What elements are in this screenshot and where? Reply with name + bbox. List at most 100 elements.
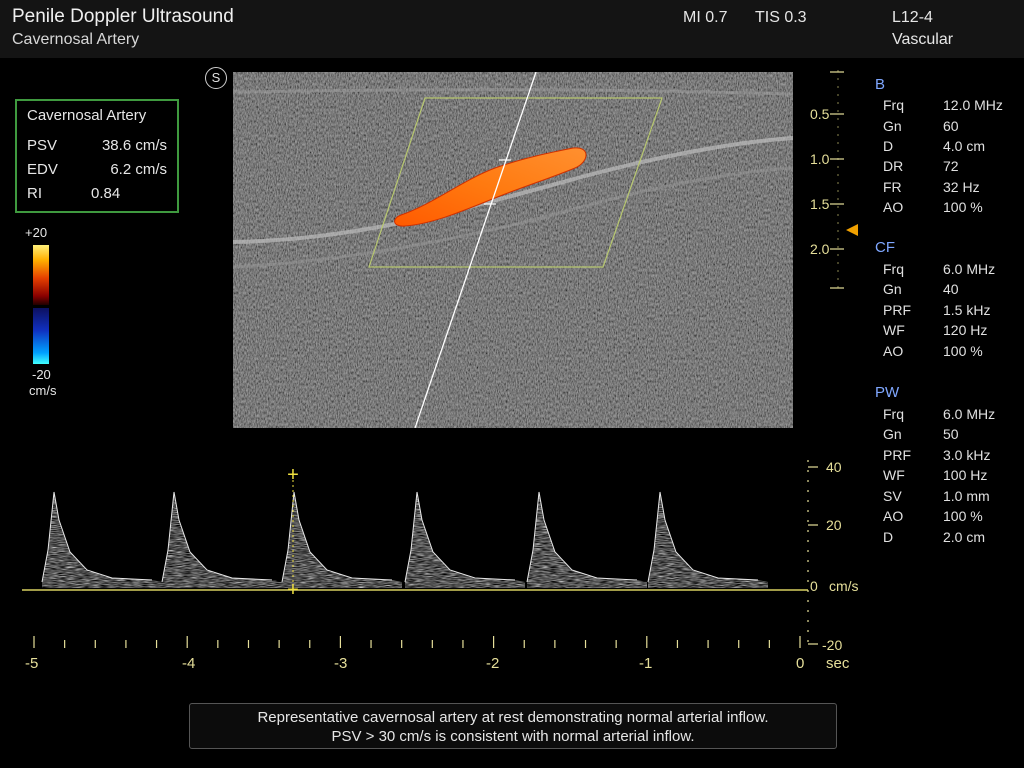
param-value: 100 % — [943, 343, 983, 359]
steer-marker-icon[interactable]: S — [205, 67, 227, 89]
param-value: 100 % — [943, 508, 983, 524]
param-value: 3.0 kHz — [943, 447, 991, 463]
param-row: AO 100 % — [883, 508, 1023, 524]
param-key: D — [883, 138, 894, 154]
time-label: 0 — [796, 655, 805, 672]
header-bar: Penile Doppler Ultrasound Cavernosal Art… — [0, 0, 1024, 58]
waveform-cycle — [527, 492, 647, 588]
param-key: AO — [883, 343, 904, 359]
probe-name: L12-4 — [892, 9, 933, 26]
exam-title: Penile Doppler Ultrasound — [12, 6, 234, 27]
param-key: FR — [883, 179, 902, 195]
param-key: SV — [883, 488, 902, 504]
velocity-label: 40 — [826, 459, 842, 475]
thermal-index: TIS 0.3 — [755, 9, 807, 26]
ri-value: 0.84 — [91, 185, 121, 202]
depth-scale — [830, 70, 858, 290]
edv-value: 6.2 cm/s — [110, 161, 167, 178]
param-row: WF 120 Hz — [883, 322, 1023, 338]
depth-label: 1.0 — [810, 151, 830, 167]
focus-marker-icon[interactable] — [846, 224, 858, 236]
caption-line-2: PSV > 30 cm/s is consistent with normal … — [331, 728, 695, 745]
param-key: D — [883, 529, 894, 545]
param-row: AO 100 % — [883, 343, 1023, 359]
exam-subtitle: Cavernosal Artery — [12, 31, 140, 48]
waveform-cycle — [162, 492, 282, 588]
param-value: 50 — [943, 426, 959, 442]
param-key: Gn — [883, 281, 902, 297]
time-unit: sec — [826, 655, 850, 672]
param-key: PRF — [883, 447, 911, 463]
edv-label: EDV — [27, 161, 58, 178]
spectral-doppler-trace[interactable]: + + — [0, 440, 860, 680]
color-bar-min-label: -20 — [32, 367, 51, 382]
param-row: SV 1.0 mm — [883, 488, 1023, 504]
param-key: AO — [883, 508, 904, 524]
psv-row: PSV 38.6 cm/s — [27, 137, 167, 154]
edv-row: EDV 6.2 cm/s — [27, 161, 167, 178]
mechanical-index: MI 0.7 — [683, 9, 728, 26]
depth-label: 0.5 — [810, 106, 830, 122]
velocity-label: -20 — [822, 637, 843, 653]
time-label: -4 — [182, 655, 196, 672]
caption-line-1: Representative cavernosal artery at rest… — [257, 709, 769, 726]
param-row: FR 32 Hz — [883, 179, 1023, 195]
param-key: PRF — [883, 302, 911, 318]
bmode-image[interactable] — [233, 72, 793, 428]
param-row: AO 100 % — [883, 199, 1023, 215]
param-row: Frq 12.0 MHz — [883, 97, 1023, 113]
param-row: Frq 6.0 MHz — [883, 406, 1023, 422]
param-value: 1.0 mm — [943, 488, 990, 504]
param-row: Frq 6.0 MHz — [883, 261, 1023, 277]
param-value: 4.0 cm — [943, 138, 986, 154]
waveform-cycle — [648, 492, 768, 588]
param-value: 60 — [943, 118, 959, 134]
depth-label: 2.0 — [810, 241, 830, 257]
waveform-cycle — [405, 492, 525, 588]
param-key: WF — [883, 467, 905, 483]
psv-caliper-icon[interactable]: + — [287, 464, 299, 486]
velocity-label: 0 — [810, 578, 818, 594]
param-value: 6.0 MHz — [943, 261, 996, 277]
param-row: Gn 60 — [883, 118, 1023, 134]
param-key: Gn — [883, 426, 902, 442]
param-value: 120 Hz — [943, 322, 988, 338]
param-row: D 4.0 cm — [883, 138, 1023, 154]
color-bar-max-label: +20 — [25, 225, 48, 240]
ri-row: RI 0.84 — [27, 185, 167, 202]
param-key: Frq — [883, 261, 904, 277]
time-label: -2 — [486, 655, 500, 672]
param-key: WF — [883, 322, 905, 338]
preset-name: Vascular — [892, 31, 954, 48]
measurement-panel: Cavernosal Artery PSV 38.6 cm/s EDV 6.2 … — [15, 99, 179, 213]
psv-label: PSV — [27, 137, 58, 154]
param-value: 40 — [943, 281, 959, 297]
param-row: Gn 40 — [883, 281, 1023, 297]
param-key: DR — [883, 158, 904, 174]
param-row: D 2.0 cm — [883, 529, 1023, 545]
param-key: Frq — [883, 406, 904, 422]
color-bar-unit: cm/s — [29, 383, 57, 398]
speckle-texture — [233, 72, 793, 428]
color-flow-section-title: CF — [875, 239, 895, 256]
param-row: DR 72 — [883, 158, 1023, 174]
param-value: 32 Hz — [943, 179, 980, 195]
pulsed-wave-section-title: PW — [875, 384, 900, 401]
time-axis-ticks — [33, 636, 801, 648]
edv-caliper-icon[interactable]: + — [287, 579, 299, 601]
ri-label: RI — [27, 185, 42, 202]
param-key: Frq — [883, 97, 904, 113]
param-row: PRF 3.0 kHz — [883, 447, 1023, 463]
param-value: 6.0 MHz — [943, 406, 996, 422]
time-label: -5 — [25, 655, 39, 672]
time-label: -3 — [334, 655, 348, 672]
param-value: 2.0 cm — [943, 529, 986, 545]
velocity-unit: cm/s — [829, 578, 859, 594]
param-value: 100 Hz — [943, 467, 988, 483]
waveform-group — [41, 491, 768, 588]
color-bar-negative — [33, 308, 49, 364]
param-row: Gn 50 — [883, 426, 1023, 442]
measurement-title: Cavernosal Artery — [27, 107, 147, 124]
param-value: 72 — [943, 158, 959, 174]
param-key: Gn — [883, 118, 902, 134]
